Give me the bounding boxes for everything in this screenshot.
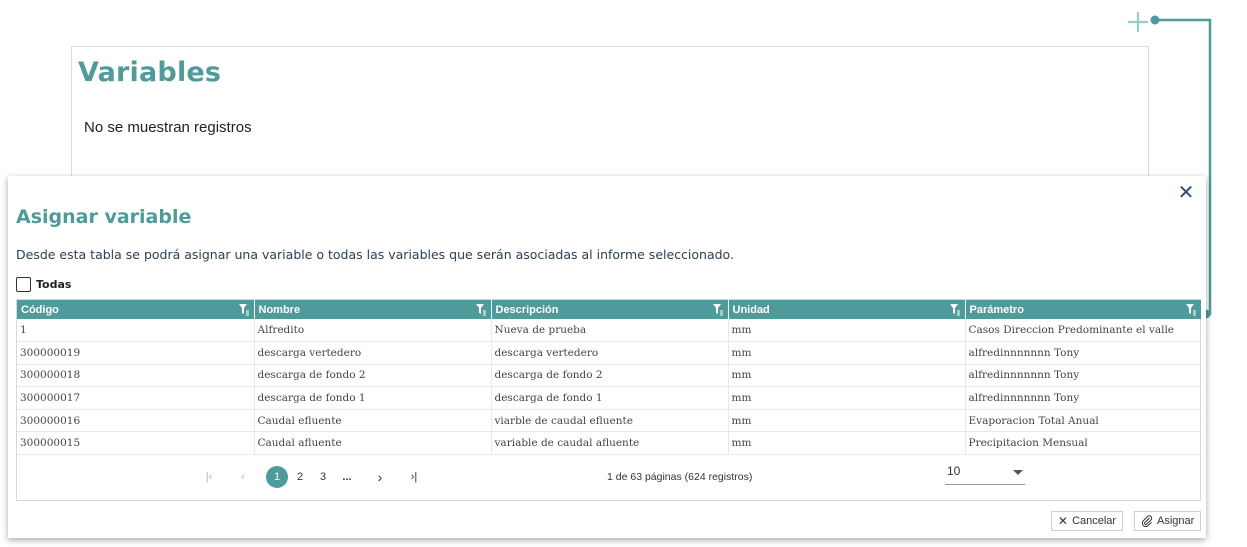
select-all-label: Todas: [36, 278, 72, 291]
page-button-2[interactable]: 2: [289, 466, 311, 488]
table-cell: descarga vertedero: [254, 341, 492, 365]
assign-variable-dialog: ✕ Asignar variable Desde esta tabla se p…: [8, 176, 1206, 538]
page-title: Variables: [78, 57, 222, 88]
table-header-row: Código Nombre Descripción Unidad Parámet…: [17, 300, 1201, 319]
table-row[interactable]: 300000019 descarga vertedero descarga ve…: [17, 341, 1201, 365]
pagination: |‹ ‹ 1 2 3 ... › ›| 1 de 63 páginas (624…: [17, 455, 1200, 495]
column-header-label: Descripción: [495, 303, 559, 316]
cancel-button[interactable]: ✕ Cancelar: [1051, 511, 1124, 531]
table-cell: descarga de fondo 1: [491, 386, 729, 410]
table-row[interactable]: 300000015 Caudal afluente variable de ca…: [17, 431, 1201, 456]
chevron-down-icon: [1013, 470, 1023, 475]
table-cell: viarble de caudal efluente: [491, 409, 729, 433]
column-header-label: Código: [21, 303, 59, 316]
table-cell: Casos Direccion Predominante el valle: [965, 319, 1201, 343]
variables-panel: Variables No se muestran registros: [71, 46, 1149, 186]
table-cell: Nueva de prueba: [491, 319, 729, 343]
column-header-label: Unidad: [732, 303, 770, 316]
table-row[interactable]: 300000018 descarga de fondo 2 descarga d…: [17, 364, 1201, 388]
select-all-checkbox[interactable]: [16, 277, 31, 292]
page-size-select[interactable]: 10: [945, 461, 1025, 485]
table-cell: variable de caudal afluente: [491, 431, 729, 456]
table-cell: descarga vertedero: [491, 341, 729, 365]
column-header-nombre[interactable]: Nombre: [254, 300, 492, 319]
filter-icon[interactable]: [949, 303, 961, 316]
table-cell: 300000016: [17, 409, 255, 433]
column-header-parametro[interactable]: Parámetro: [965, 300, 1201, 319]
filter-icon[interactable]: [475, 303, 487, 316]
page-button-3[interactable]: 3: [312, 466, 334, 488]
dialog-title: Asignar variable: [16, 206, 192, 228]
table-cell: 1: [17, 319, 255, 343]
table-row[interactable]: 300000017 descarga de fondo 1 descarga d…: [17, 386, 1201, 410]
last-page-button[interactable]: ›|: [403, 466, 425, 488]
column-header-descripcion[interactable]: Descripción: [491, 300, 729, 319]
table-cell: mm: [728, 319, 966, 343]
empty-message: No se muestran registros: [84, 119, 252, 136]
close-icon[interactable]: ✕: [1176, 182, 1196, 202]
table-cell: alfredinnnnnnn Tony: [965, 341, 1201, 365]
column-header-unidad[interactable]: Unidad: [728, 300, 966, 319]
table-cell: Caudal afluente: [254, 431, 492, 456]
page-size-value: 10: [947, 464, 961, 478]
table-cell: mm: [728, 341, 966, 365]
page-ellipsis-button[interactable]: ...: [336, 466, 358, 488]
filter-icon[interactable]: [238, 303, 250, 316]
assign-button[interactable]: Asignar: [1134, 511, 1202, 531]
table-cell: Evaporacion Total Anual: [965, 409, 1201, 433]
next-page-button[interactable]: ›: [369, 466, 391, 488]
table-cell: mm: [728, 409, 966, 433]
cancel-label: Cancelar: [1072, 515, 1117, 527]
table-cell: Alfredito: [254, 319, 492, 343]
table-cell: alfredinnnnnnn Tony: [965, 386, 1201, 410]
table-cell: descarga de fondo 2: [491, 364, 729, 388]
column-header-label: Nombre: [258, 303, 301, 316]
table-cell: 300000017: [17, 386, 255, 410]
table-row[interactable]: 300000016 Caudal efluente viarble de cau…: [17, 409, 1201, 433]
dialog-description: Desde esta tabla se podrá asignar una va…: [16, 247, 734, 262]
filter-icon[interactable]: [712, 303, 724, 316]
table-cell: mm: [728, 431, 966, 456]
select-all-row: Todas: [16, 277, 71, 292]
page-button-1[interactable]: 1: [266, 466, 288, 488]
table-row[interactable]: 1 Alfredito Nueva de prueba mm Casos Dir…: [17, 319, 1201, 343]
table-cell: 300000015: [17, 431, 255, 456]
table-cell: Precipitacion Mensual: [965, 431, 1201, 456]
table-cell: mm: [728, 386, 966, 410]
table-cell: mm: [728, 364, 966, 388]
first-page-button[interactable]: |‹: [198, 466, 220, 488]
table-cell: 300000019: [17, 341, 255, 365]
table-cell: descarga de fondo 2: [254, 364, 492, 388]
table-cell: Caudal efluente: [254, 409, 492, 433]
variables-table: Código Nombre Descripción Unidad Parámet…: [16, 299, 1201, 501]
page-info: 1 de 63 páginas (624 registros): [607, 471, 753, 483]
column-header-codigo[interactable]: Código: [17, 300, 255, 319]
close-icon: ✕: [1058, 514, 1069, 528]
table-cell: alfredinnnnnnn Tony: [965, 364, 1201, 388]
column-header-label: Parámetro: [969, 303, 1024, 316]
table-cell: descarga de fondo 1: [254, 386, 492, 410]
table-cell: 300000018: [17, 364, 255, 388]
prev-page-button[interactable]: ‹: [232, 466, 254, 488]
filter-icon[interactable]: [1185, 303, 1197, 316]
plus-icon[interactable]: [1126, 10, 1150, 34]
assign-label: Asignar: [1157, 515, 1195, 527]
paperclip-icon: [1141, 515, 1153, 527]
